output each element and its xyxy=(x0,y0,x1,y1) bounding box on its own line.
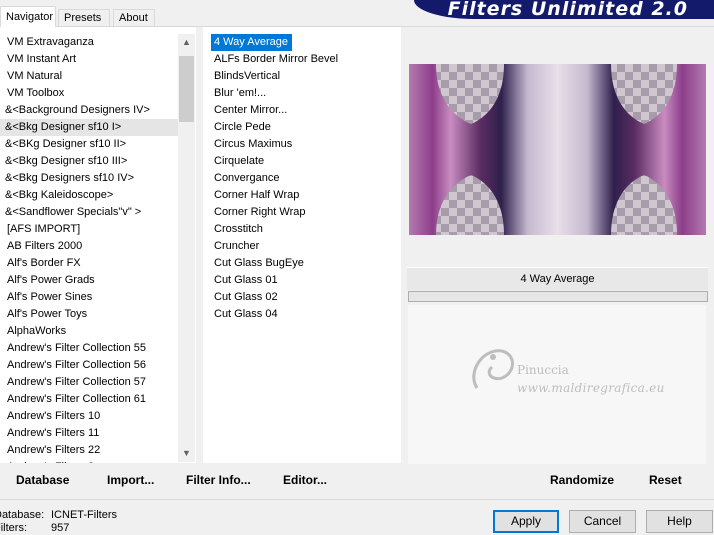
category-item[interactable]: &<BKg Designer sf10 II> xyxy=(0,136,178,153)
category-item[interactable]: Alf's Power Grads xyxy=(0,272,178,289)
footer-divider xyxy=(0,499,714,500)
filter-item[interactable]: Center Mirror... xyxy=(211,102,397,119)
help-button[interactable]: Help xyxy=(646,510,713,533)
tab-navigator[interactable]: Navigator xyxy=(0,6,56,27)
chevron-up-icon[interactable]: ▲ xyxy=(178,34,195,51)
scrollbar-thumb[interactable] xyxy=(179,56,194,122)
app-title: Filters Unlimited 2.0 xyxy=(447,0,688,19)
category-item[interactable]: Andrew's Filters 22 xyxy=(0,442,178,459)
category-item[interactable]: Andrew's Filter Collection 57 xyxy=(0,374,178,391)
category-scrollbar[interactable]: ▲ ▼ xyxy=(178,34,195,462)
import-button[interactable]: Import... xyxy=(107,473,154,487)
filter-item[interactable]: BlindsVertical xyxy=(211,68,397,85)
parameter-slider[interactable] xyxy=(408,291,708,302)
database-label: Database: xyxy=(0,509,45,521)
category-item[interactable]: Andrew's Filters 3 xyxy=(0,459,178,463)
filter-item[interactable]: Blur 'em!... xyxy=(211,85,397,102)
filter-list-panel: 4 Way Average ALFs Border Mirror Bevel Bli… xyxy=(203,27,401,463)
left-action-bar: Database Import... Filter Info... Editor… xyxy=(0,464,401,494)
category-item[interactable]: Andrew's Filter Collection 56 xyxy=(0,357,178,374)
filter-item[interactable]: Circus Maximus xyxy=(211,136,397,153)
category-item[interactable]: VM Natural xyxy=(0,68,178,85)
category-item[interactable]: [AFS IMPORT] xyxy=(0,221,178,238)
filter-item[interactable]: Convergance xyxy=(211,170,397,187)
category-item[interactable]: &<Bkg Designers sf10 IV> xyxy=(0,170,178,187)
filter-item-label: 4 Way Average xyxy=(211,34,292,51)
watermark-name: Pinuccia xyxy=(517,363,569,377)
category-item[interactable]: Andrew's Filters 10 xyxy=(0,408,178,425)
filter-item[interactable]: Cut Glass BugEye xyxy=(211,255,397,272)
category-item[interactable]: Andrew's Filters 11 xyxy=(0,425,178,442)
category-list[interactable]: VM Extravaganza VM Instant Art VM Natural V… xyxy=(0,34,178,463)
category-item[interactable]: Andrew's Filter Collection 61 xyxy=(0,391,178,408)
category-item[interactable]: Alf's Power Sines xyxy=(0,289,178,306)
filter-item[interactable]: Cirquelate xyxy=(211,153,397,170)
watermark: Pinuccia www.maldiregrafica.eu xyxy=(465,343,685,403)
database-button[interactable]: Database xyxy=(16,473,69,487)
filter-item[interactable]: Crosstitch xyxy=(211,221,397,238)
app-banner: Filters Unlimited 2.0 xyxy=(414,0,714,19)
filter-info-button[interactable]: Filter Info... xyxy=(186,473,251,487)
cancel-button[interactable]: Cancel xyxy=(569,510,636,533)
filter-item[interactable]: ALFs Border Mirror Bevel xyxy=(211,51,397,68)
category-item[interactable]: AB Filters 2000 xyxy=(0,238,178,255)
filter-item[interactable]: Cut Glass 02 xyxy=(211,289,397,306)
selected-filter-name: 4 Way Average xyxy=(407,267,708,290)
category-item[interactable]: &<Bkg Kaleidoscope> xyxy=(0,187,178,204)
category-item[interactable]: &<Sandflower Specials"v" > xyxy=(0,204,178,221)
category-item[interactable]: Andrew's Filter Collection 55 xyxy=(0,340,178,357)
database-value: ICNET-Filters xyxy=(51,509,117,521)
filter-item[interactable]: Cut Glass 01 xyxy=(211,272,397,289)
reset-button[interactable]: Reset xyxy=(649,473,682,487)
category-list-panel: VM Extravaganza VM Instant Art VM Natural V… xyxy=(0,27,196,463)
category-item[interactable]: VM Extravaganza xyxy=(0,34,178,51)
filter-item[interactable]: Cruncher xyxy=(211,238,397,255)
tab-about[interactable]: About xyxy=(113,9,155,26)
filters-count: 957 xyxy=(51,522,70,534)
randomize-button[interactable]: Randomize xyxy=(550,473,614,487)
filter-item[interactable]: Circle Pede xyxy=(211,119,397,136)
right-action-bar: Randomize Reset xyxy=(401,464,714,494)
watermark-url: www.maldiregrafica.eu xyxy=(517,381,665,395)
tab-presets[interactable]: Presets xyxy=(58,9,110,26)
category-item[interactable]: VM Instant Art xyxy=(0,51,178,68)
filters-label: Filters: xyxy=(0,522,27,534)
filter-preview-image xyxy=(409,64,706,235)
category-item[interactable]: Alf's Power Toys xyxy=(0,306,178,323)
editor-button[interactable]: Editor... xyxy=(283,473,327,487)
category-item[interactable]: &<Background Designers IV> xyxy=(0,102,178,119)
category-item[interactable]: VM Toolbox xyxy=(0,85,178,102)
filter-list[interactable]: 4 Way Average ALFs Border Mirror Bevel Bli… xyxy=(211,34,397,323)
category-item[interactable]: AlphaWorks xyxy=(0,323,178,340)
chevron-down-icon[interactable]: ▼ xyxy=(178,445,195,462)
filter-item[interactable]: Corner Half Wrap xyxy=(211,187,397,204)
category-item[interactable]: &<Bkg Designer sf10 I> xyxy=(0,119,178,136)
filter-item[interactable]: 4 Way Average xyxy=(211,34,397,51)
swirl-logo xyxy=(472,349,514,389)
category-item[interactable]: Alf's Border FX xyxy=(0,255,178,272)
filter-item[interactable]: Cut Glass 04 xyxy=(211,306,397,323)
filter-item[interactable]: Corner Right Wrap xyxy=(211,204,397,221)
category-item[interactable]: &<Bkg Designer sf10 III> xyxy=(0,153,178,170)
apply-button[interactable]: Apply xyxy=(493,510,559,533)
